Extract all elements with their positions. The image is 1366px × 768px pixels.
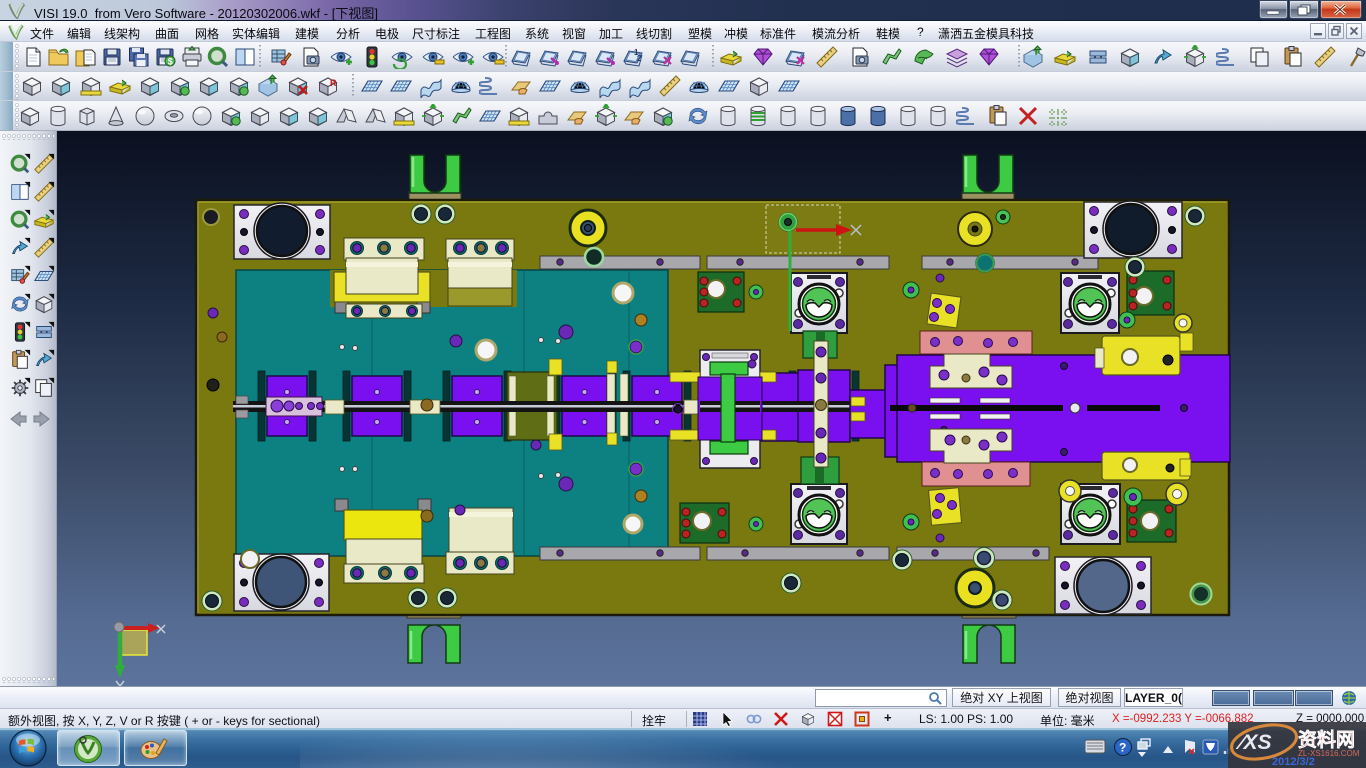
svg-text:∕XS: ∕XS [1235, 731, 1272, 754]
svg-text:?: ? [1119, 741, 1126, 755]
svg-text:资料网: 资料网 [1298, 728, 1355, 751]
svg-text:2012/3/2: 2012/3/2 [1272, 756, 1315, 768]
